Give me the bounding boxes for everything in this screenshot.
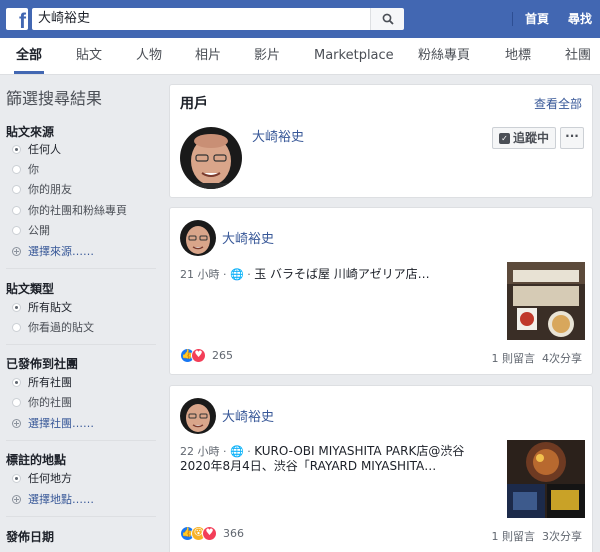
author-avatar[interactable]	[180, 220, 216, 256]
radio-icon	[12, 145, 21, 154]
globe-icon: 🌐	[230, 268, 244, 281]
radio-icon	[12, 378, 21, 387]
more-options-button[interactable]: ···	[560, 127, 584, 149]
tab-videos[interactable]: 影片	[254, 38, 280, 74]
post-stats[interactable]: 1 則留言 3次分享	[492, 528, 583, 544]
see-all-link[interactable]: 查看全部	[534, 95, 582, 112]
post-type-title: 貼文類型	[6, 282, 55, 296]
divider	[6, 344, 156, 345]
date-posted-title: 發佈日期	[6, 530, 55, 544]
tab-all[interactable]: 全部	[14, 38, 45, 74]
type-option-seen[interactable]: 你看過的貼文	[12, 320, 94, 336]
home-link[interactable]: 首頁	[525, 0, 549, 38]
group-option-yours[interactable]: 你的社團	[12, 395, 72, 411]
search-icon	[382, 13, 394, 25]
radio-icon	[12, 398, 21, 407]
post-card: 大崎裕史 21 小時 · 🌐 · 玉 バラそば屋 川崎アゼリア店… 👍 ♥ 26…	[169, 207, 593, 375]
users-card: 用戶 查看全部 大崎裕史 ✓ 追蹤中 ···	[169, 84, 593, 198]
tab-places[interactable]: 地標	[505, 38, 531, 74]
radio-icon	[12, 323, 21, 332]
post-author-link[interactable]: 大崎裕史	[222, 406, 274, 425]
divider	[6, 516, 156, 517]
following-button[interactable]: ✓ 追蹤中	[492, 127, 556, 149]
user-name-link[interactable]: 大崎裕史	[252, 126, 304, 145]
post-text: 2020年8月4日、渋谷「RAYARD MIYASHITA…	[180, 459, 437, 473]
post-stats[interactable]: 1 則留言 4次分享	[492, 350, 583, 366]
search-button[interactable]	[370, 8, 404, 30]
source-option-groups-pages[interactable]: 你的社團和粉絲專頁	[12, 203, 127, 219]
search-input[interactable]: 大崎裕史	[32, 8, 370, 30]
source-option-public[interactable]: 公開	[12, 223, 50, 239]
group-option-all[interactable]: 所有社團	[12, 375, 72, 391]
reactions-summary[interactable]: 👍 😮 ♥ 366	[180, 526, 270, 542]
source-option-anyone[interactable]: 任何人	[12, 142, 61, 158]
plus-circle-icon	[12, 495, 21, 504]
choose-group-link[interactable]: 選擇社團……	[12, 416, 94, 432]
top-bar: f 大崎裕史 首頁 尋找朋	[0, 0, 600, 64]
users-card-title: 用戶	[180, 96, 208, 112]
search-tabs: 全部 貼文 人物 相片 影片 Marketplace 粉絲專頁 地標 社團	[0, 38, 600, 75]
post-thumbnail[interactable]	[507, 440, 585, 518]
plus-circle-icon	[12, 247, 21, 256]
radio-icon	[12, 474, 21, 483]
check-icon: ✓	[499, 133, 510, 144]
posted-in-group-title: 已發佈到社團	[6, 357, 79, 371]
choose-source-link[interactable]: 選擇來源……	[12, 244, 94, 260]
plus-circle-icon	[12, 419, 21, 428]
radio-icon	[12, 165, 21, 174]
find-friends-link[interactable]: 尋找朋	[568, 0, 600, 64]
tab-marketplace[interactable]: Marketplace	[314, 38, 394, 74]
tab-pages[interactable]: 粉絲專頁	[418, 38, 470, 74]
facebook-logo-icon[interactable]: f	[6, 8, 28, 30]
tagged-location-title: 標註的地點	[6, 453, 67, 467]
radio-icon	[12, 303, 21, 312]
filter-results-title: 篩選搜尋結果	[6, 89, 103, 108]
radio-icon	[12, 185, 21, 194]
location-option-anywhere[interactable]: 任何地方	[12, 471, 72, 487]
post-meta: 22 小時 · 🌐 · KURO-OBI MIYASHITA PARK店@渋谷	[180, 444, 465, 458]
tab-posts[interactable]: 貼文	[76, 38, 102, 74]
post-card: 大崎裕史 22 小時 · 🌐 · KURO-OBI MIYASHITA PARK…	[169, 385, 593, 552]
reactions-summary[interactable]: 👍 ♥ 265	[180, 348, 260, 364]
type-option-all[interactable]: 所有貼文	[12, 300, 72, 316]
post-source-title: 貼文來源	[6, 125, 55, 139]
post-author-link[interactable]: 大崎裕史	[222, 228, 274, 247]
author-avatar[interactable]	[180, 398, 216, 434]
radio-icon	[12, 206, 21, 215]
love-icon: ♥	[191, 348, 206, 363]
choose-location-link[interactable]: 選擇地點……	[12, 492, 94, 508]
radio-icon	[12, 226, 21, 235]
source-option-friends[interactable]: 你的朋友	[12, 182, 72, 198]
globe-icon: 🌐	[230, 445, 244, 458]
source-option-you[interactable]: 你	[12, 162, 39, 178]
post-thumbnail[interactable]	[507, 262, 585, 340]
tab-people[interactable]: 人物	[136, 38, 162, 74]
divider	[6, 440, 156, 441]
love-icon: ♥	[202, 526, 217, 541]
tab-photos[interactable]: 相片	[195, 38, 221, 74]
tab-groups[interactable]: 社團	[565, 38, 591, 74]
top-divider	[512, 12, 513, 26]
divider	[6, 268, 156, 269]
user-avatar[interactable]	[180, 127, 242, 189]
post-meta: 21 小時 · 🌐 · 玉 バラそば屋 川崎アゼリア店…	[180, 267, 430, 281]
